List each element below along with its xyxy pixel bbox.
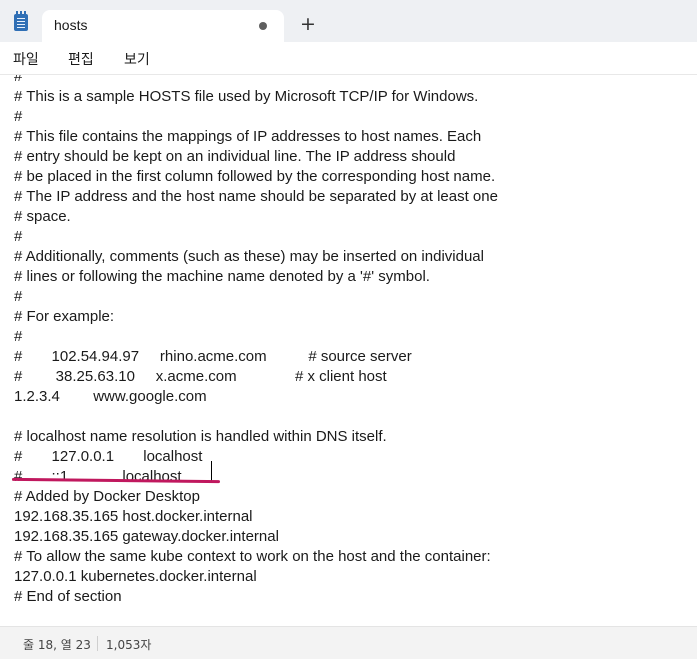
editor-line[interactable]: # xyxy=(14,75,498,87)
tab-hosts[interactable]: hosts xyxy=(42,10,284,42)
editor-line[interactable]: # 38.25.63.10 x.acme.com # x client host xyxy=(14,367,498,387)
editor-line[interactable]: 192.168.35.165 host.docker.internal xyxy=(14,507,498,527)
text-caret xyxy=(211,461,212,481)
new-tab-button[interactable]: + xyxy=(298,14,318,34)
editor-line[interactable]: # be placed in the first column followed… xyxy=(14,167,498,187)
editor-line[interactable]: # 102.54.94.97 rhino.acme.com # source s… xyxy=(14,347,498,367)
editor-line[interactable]: # xyxy=(14,107,498,127)
tab-title: hosts xyxy=(54,17,88,33)
editor-line[interactable]: # This file contains the mappings of IP … xyxy=(14,127,498,147)
editor-line[interactable]: # ::1 localhost xyxy=(14,467,498,487)
title-bar: hosts + xyxy=(0,0,697,42)
menu-view[interactable]: 보기 xyxy=(124,49,150,69)
editor-line[interactable] xyxy=(14,407,498,427)
cursor-position[interactable]: 줄 18, 열 23 xyxy=(23,636,91,653)
editor-line[interactable]: # 127.0.0.1 localhost xyxy=(14,447,498,467)
editor-line[interactable]: # localhost name resolution is handled w… xyxy=(14,427,498,447)
editor-line[interactable]: # xyxy=(14,327,498,347)
menu-bar: 파일 편집 보기 xyxy=(0,42,697,74)
editor-line[interactable]: # Added by Docker Desktop xyxy=(14,487,498,507)
editor-line[interactable]: # For example: xyxy=(14,307,498,327)
editor-line[interactable]: 192.168.35.165 gateway.docker.internal xyxy=(14,527,498,547)
editor-line[interactable]: # The IP address and the host name shoul… xyxy=(14,187,498,207)
editor-line[interactable]: 1.2.3.4 www.google.com xyxy=(14,387,498,407)
notepad-icon xyxy=(14,11,28,31)
text-editor[interactable]: # # This is a sample HOSTS file used by M… xyxy=(0,74,697,627)
editor-line[interactable]: # xyxy=(14,287,498,307)
status-bar: 줄 18, 열 23 1,053자 xyxy=(0,626,697,659)
editor-line[interactable]: # lines or following the machine name de… xyxy=(14,267,498,287)
editor-line[interactable]: # xyxy=(14,227,498,247)
editor-lines: # # This is a sample HOSTS file used by M… xyxy=(14,75,498,607)
editor-line[interactable]: 127.0.0.1 kubernetes.docker.internal xyxy=(14,567,498,587)
character-count: 1,053자 xyxy=(106,638,152,652)
editor-line[interactable]: # This is a sample HOSTS file used by Mi… xyxy=(14,87,498,107)
editor-line[interactable]: # Additionally, comments (such as these)… xyxy=(14,247,498,267)
status-divider xyxy=(97,636,98,651)
editor-line[interactable]: # entry should be kept on an individual … xyxy=(14,147,498,167)
unsaved-dot-icon[interactable] xyxy=(259,22,267,30)
menu-edit[interactable]: 편집 xyxy=(68,49,94,69)
editor-line[interactable]: # To allow the same kube context to work… xyxy=(14,547,498,567)
menu-file[interactable]: 파일 xyxy=(13,49,39,69)
editor-line[interactable]: # End of section xyxy=(14,587,498,607)
editor-line[interactable]: # space. xyxy=(14,207,498,227)
